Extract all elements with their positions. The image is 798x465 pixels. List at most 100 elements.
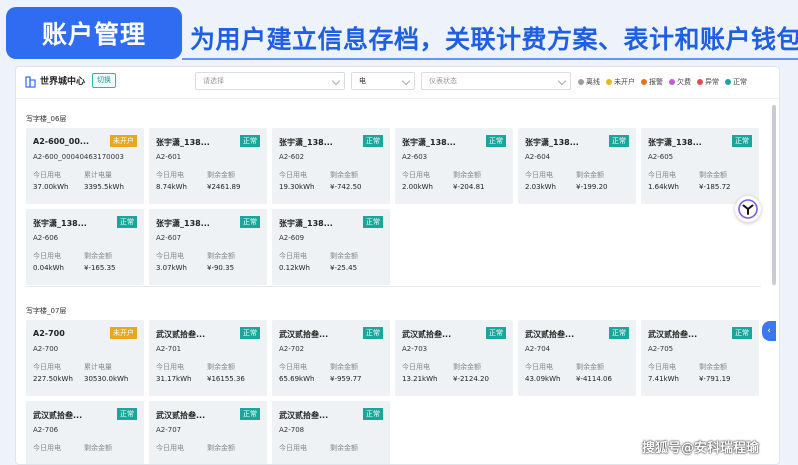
today-usage-label: 今日用电	[156, 252, 184, 260]
meter-card[interactable]: 张宇潇_138... 正常 A2-602 今日用电 剩余金额 19.30kWh ¥-742.…	[272, 128, 390, 204]
card-name: 武汉贰拾叁...	[279, 330, 329, 339]
status-badge: 正常	[486, 327, 506, 339]
meter-code: A2-700	[33, 345, 59, 353]
meter-card[interactable]: A2-600_00... 未开户 A2-600_00040463170003 今日用电…	[26, 128, 144, 204]
today-usage-value: 13.21kWh	[402, 375, 438, 383]
meter-code: A2-704	[525, 345, 551, 353]
meter-code: A2-705	[648, 345, 674, 353]
balance-value: ¥2461.89	[207, 183, 241, 191]
card-name: A2-700	[33, 329, 65, 338]
balance-label: 剩余金额	[84, 444, 112, 452]
today-usage-label: 今日用电	[402, 363, 430, 371]
balance-value: 30530.0kWh	[84, 375, 129, 383]
switch-button[interactable]: 切换	[92, 73, 116, 88]
balance-value: ¥-199.20	[576, 183, 608, 191]
meter-card[interactable]: 张宇潇_138... 正常 A2-605 今日用电 剩余金额 1.64kWh ¥-185.7…	[641, 128, 759, 204]
meter-card[interactable]: 武汉贰拾叁... 正常 A2-708 今日用电 剩余金额	[272, 401, 390, 464]
card-name: 武汉贰拾叁...	[525, 330, 575, 339]
status-badge: 未开户	[110, 327, 137, 339]
chevron-down-icon	[331, 76, 341, 86]
card-name: 武汉贰拾叁...	[279, 411, 329, 420]
legend-item: 未开户	[606, 77, 635, 87]
today-usage-value: 3.07kWh	[156, 264, 187, 272]
meter-card[interactable]: 武汉贰拾叁... 正常 A2-701 今日用电 剩余金额 31.17kWh ¥16155.3…	[149, 320, 267, 396]
status-dot-icon	[697, 79, 703, 85]
meter-card[interactable]: 武汉贰拾叁... 正常 A2-702 今日用电 剩余金额 65.69kWh ¥-959.77	[272, 320, 390, 396]
meter-card[interactable]: 张宇潇_138... 正常 A2-601 今日用电 剩余金额 8.74kWh ¥2461.8…	[149, 128, 267, 204]
status-badge: 正常	[240, 327, 260, 339]
balance-label: 剩余金额	[330, 444, 358, 452]
legend-label: 欠费	[677, 78, 691, 86]
card-name: 张宇潇_138...	[156, 138, 210, 147]
legend-item: 正常	[725, 77, 747, 87]
balance-label: 累计电量	[84, 363, 112, 371]
today-usage-value: 0.04kWh	[33, 264, 64, 272]
today-usage-label: 今日用电	[279, 444, 307, 452]
balance-label: 剩余金额	[84, 252, 112, 260]
meter-code: A2-602	[279, 153, 305, 161]
scrollbar[interactable]	[772, 105, 776, 285]
meter-card[interactable]: 武汉贰拾叁... 正常 A2-704 今日用电 剩余金额 43.09kWh ¥-4114.0…	[518, 320, 636, 396]
balance-label: 剩余金额	[330, 171, 358, 179]
card-name: A2-600_00...	[33, 137, 90, 146]
today-usage-value: 31.17kWh	[156, 375, 192, 383]
status-badge: 正常	[117, 408, 137, 420]
balance-value: 3395.5kWh	[84, 183, 124, 191]
today-usage-value: 43.09kWh	[525, 375, 561, 383]
today-usage-value: 2.03kWh	[525, 183, 556, 191]
meter-card[interactable]: 武汉贰拾叁... 正常 A2-703 今日用电 剩余金额 13.21kWh ¥-2124.2…	[395, 320, 513, 396]
meter-card[interactable]: 武汉贰拾叁... 正常 A2-707 今日用电 剩余金额	[149, 401, 267, 464]
today-usage-label: 今日用电	[648, 171, 676, 179]
watermark: 搜狐号@安科瑞程瑜	[642, 441, 760, 456]
today-usage-label: 今日用电	[402, 171, 430, 179]
meter-card[interactable]: 张宇潇_138... 正常 A2-607 今日用电 剩余金额 3.07kWh ¥-90.35	[149, 209, 267, 285]
meter-code: A2-707	[156, 426, 182, 434]
chevron-left-icon: ‹	[767, 326, 771, 336]
status-badge: 正常	[363, 408, 383, 420]
legend-label: 离线	[586, 78, 600, 86]
balance-value: ¥-742.50	[330, 183, 362, 191]
status-dot-icon	[725, 79, 731, 85]
meter-code: A2-601	[156, 153, 182, 161]
balance-value: ¥-204.81	[453, 183, 485, 191]
today-usage-value: 2.00kWh	[402, 183, 433, 191]
today-usage-value: 65.69kWh	[279, 375, 315, 383]
balance-label: 剩余金额	[576, 363, 604, 371]
card-name: 张宇潇_138...	[33, 219, 87, 228]
meter-status-placeholder: 仪表状态	[429, 77, 457, 85]
legend-label: 报警	[649, 78, 663, 86]
balance-label: 剩余金额	[207, 363, 235, 371]
status-dot-icon	[606, 79, 612, 85]
legend-item: 离线	[578, 77, 600, 87]
status-badge: 未开户	[110, 135, 137, 147]
balance-value: ¥-4114.06	[576, 375, 612, 383]
meter-card[interactable]: 武汉贰拾叁... 正常 A2-706 今日用电 剩余金额	[26, 401, 144, 464]
meter-code: A2-606	[33, 234, 59, 242]
balance-label: 剩余金额	[576, 171, 604, 179]
meter-card[interactable]: 张宇潇_138... 正常 A2-609 今日用电 剩余金额 0.12kWh ¥-25.45	[272, 209, 390, 285]
meter-card[interactable]: 张宇潇_138... 正常 A2-603 今日用电 剩余金额 2.00kWh ¥-204.8…	[395, 128, 513, 204]
balance-label: 剩余金额	[207, 252, 235, 260]
assistant-icon[interactable]	[735, 196, 761, 222]
status-badge: 正常	[609, 135, 629, 147]
meter-card[interactable]: 张宇潇_138... 正常 A2-604 今日用电 剩余金额 2.03kWh ¥-199.2…	[518, 128, 636, 204]
today-usage-label: 今日用电	[525, 171, 553, 179]
filter-select[interactable]: 请选择	[195, 72, 345, 90]
meter-card[interactable]: 武汉贰拾叁... 正常 A2-705 今日用电 剩余金额 7.41kWh ¥-791.19	[641, 320, 759, 396]
today-usage-label: 今日用电	[33, 363, 61, 371]
collapse-tab[interactable]: ‹	[762, 321, 776, 341]
card-name: 张宇潇_138...	[156, 219, 210, 228]
today-usage-label: 今日用电	[156, 171, 184, 179]
filter-select-placeholder: 请选择	[203, 77, 224, 85]
today-usage-value: 1.64kWh	[648, 183, 679, 191]
meter-status-select[interactable]: 仪表状态	[421, 72, 571, 90]
banner-text: 为用户建立信息存档，关联计费方案、表计和账户钱包	[190, 25, 798, 54]
meter-card[interactable]: A2-700 未开户 A2-700 今日用电 累计电量 227.50kWh 30530.0k…	[26, 320, 144, 396]
card-name: 张宇潇_138...	[279, 138, 333, 147]
meter-card[interactable]: 张宇潇_138... 正常 A2-606 今日用电 剩余金额 0.04kWh ¥-165.3…	[26, 209, 144, 285]
balance-value: ¥-185.72	[699, 183, 731, 191]
energy-type-select[interactable]: 电	[351, 72, 415, 90]
today-usage-label: 今日用电	[156, 444, 184, 452]
today-usage-value: 37.00kWh	[33, 183, 69, 191]
balance-label: 剩余金额	[453, 171, 481, 179]
